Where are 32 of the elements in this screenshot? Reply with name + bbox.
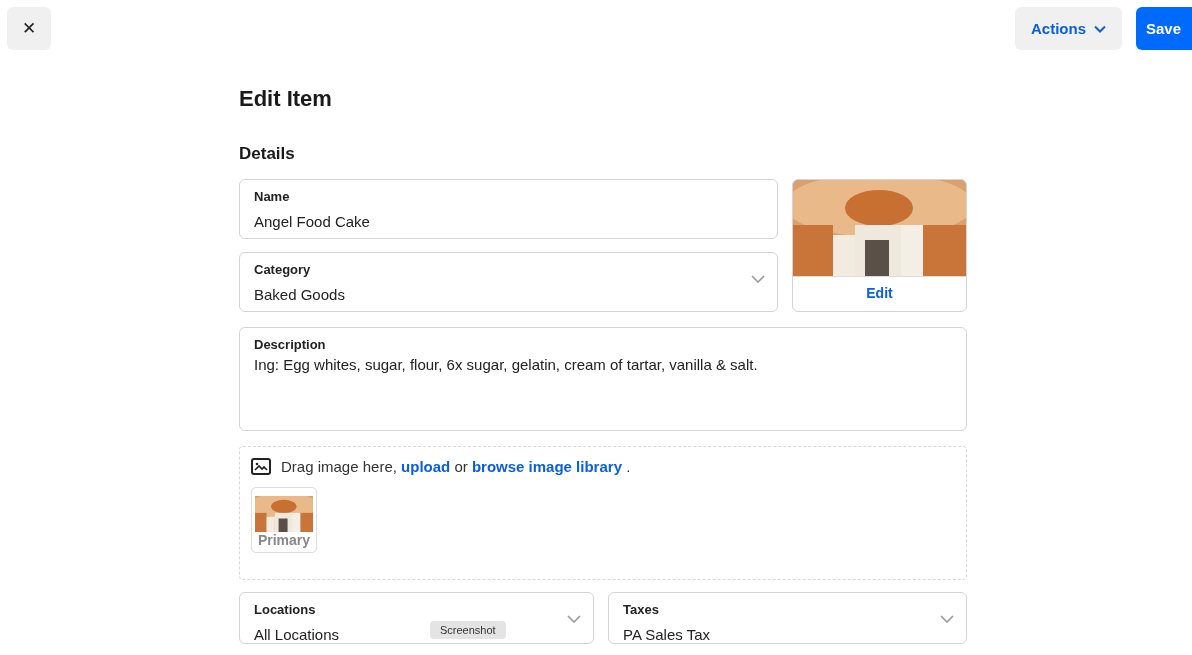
select-dropdown[interactable]: Taxes PA Sales Tax [608, 592, 967, 644]
chevron-down-icon [940, 615, 954, 623]
image-thumbnail[interactable]: Primary [251, 487, 317, 553]
section-heading: Details [239, 144, 296, 164]
upload-link[interactable]: browse image library [471, 458, 622, 475]
field-value: All Locations [254, 626, 340, 643]
field-label: Locations [254, 602, 317, 617]
field-value: PA Sales Tax [623, 626, 710, 643]
chevron-down-icon [1094, 24, 1106, 33]
image-icon [251, 458, 271, 475]
actions-button[interactable]: Actions [1015, 7, 1122, 50]
field-value: Baked Goods [254, 286, 345, 303]
dropzone-instructions: Drag image here, upload or browse image library . [281, 458, 631, 475]
field-value: Angel Food Cake [254, 213, 370, 230]
upload-link[interactable]: upload [401, 458, 451, 475]
select-dropdown[interactable]: Locations All Locations Screenshot [239, 592, 594, 644]
category-dropdown[interactable]: Category Baked Goods [239, 252, 778, 312]
save-button[interactable]: Save [1136, 7, 1192, 50]
field-label: Name [254, 189, 291, 204]
image-dropzone[interactable]: Drag image here, upload or browse image library . Primary [239, 446, 967, 580]
field-label: Category [254, 262, 312, 277]
description-field[interactable]: Description Ing: Egg whites, sugar, flour, 6x sugar, gelatin, cream of tartar, vanilla & salt. [239, 327, 967, 431]
close-button[interactable]: ✕ [7, 7, 51, 50]
field-label: Taxes [623, 602, 660, 617]
name-field[interactable]: Name Angel Food Cake [239, 179, 778, 239]
screenshot-badge: Screenshot [430, 621, 506, 639]
page-title: Edit Item [239, 86, 333, 112]
edit-link[interactable]: Edit [793, 276, 966, 308]
chevron-down-icon [567, 615, 581, 623]
chevron-down-icon [751, 275, 765, 283]
field-label: Description [254, 337, 327, 352]
field-value: Ing: Egg whites, sugar, flour, 6x sugar, gelatin, cream of tartar, vanilla & salt. [254, 356, 758, 373]
